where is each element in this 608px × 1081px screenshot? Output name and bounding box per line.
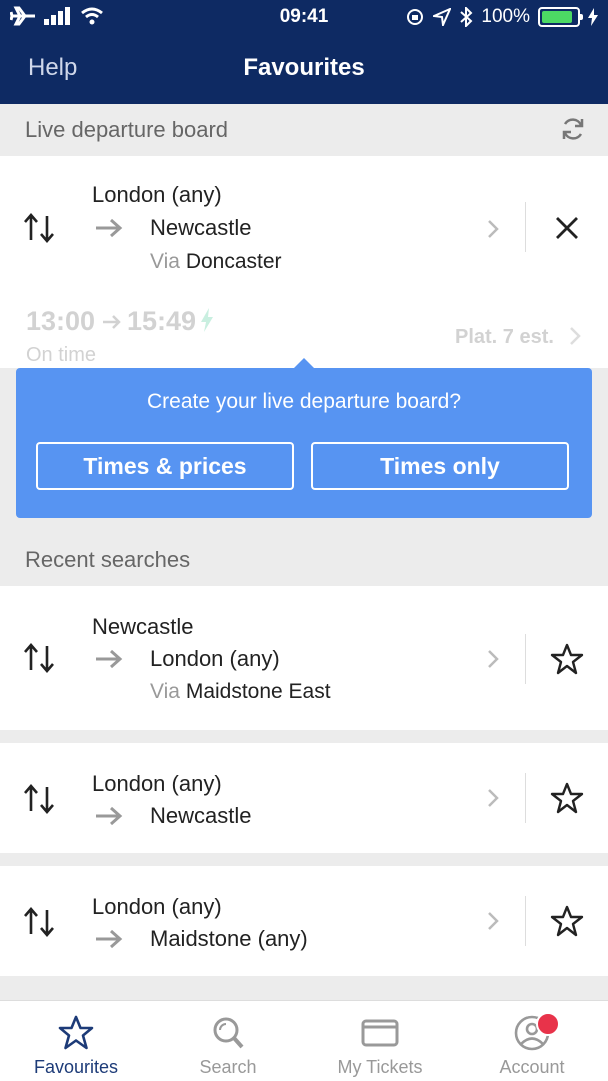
arrive-time: 15:49 [127,306,197,336]
swap-icon [24,213,54,243]
fast-train-icon [201,308,213,332]
status-right: 100% [405,6,598,28]
chevron-right-icon [488,220,499,238]
swap-icon [24,784,54,814]
ticket-icon [361,1019,399,1047]
arrow-right-icon [96,218,123,238]
card-divider [525,202,526,252]
tab-account[interactable]: Account [456,1001,608,1081]
bluetooth-icon [460,7,473,27]
star-icon[interactable] [550,642,584,676]
live-board-header-label: Live departure board [25,117,229,142]
recent-searches-header: Recent searches [0,534,608,586]
arrow-right-icon [96,649,123,669]
recent-item[interactable]: Newcastle London (any) Via Maidstone Eas… [0,586,608,730]
swap-icon [24,907,54,937]
route-via: Via Doncaster [150,250,282,274]
card-divider [525,634,526,684]
time-arrow-icon [103,315,121,329]
tab-my-tickets[interactable]: My Tickets [304,1001,456,1081]
location-icon [433,8,452,26]
chevron-right-icon [488,650,499,668]
tab-label: My Tickets [337,1057,423,1077]
star-icon [58,1015,94,1050]
service-status: On time [26,344,97,366]
close-icon[interactable] [550,211,584,245]
arrow-right-icon [96,929,123,949]
chevron-right-icon [488,789,499,807]
status-bar: 09:41 100% [0,0,608,34]
tab-label: Account [499,1057,565,1077]
battery-icon [538,7,583,27]
tab-favourites[interactable]: Favourites [0,1001,152,1081]
rotation-lock-icon [407,9,424,25]
tab-search[interactable]: Search [152,1001,304,1081]
route-from: London (any) [92,771,222,796]
platform-chevron-icon [570,327,581,345]
refresh-icon[interactable] [560,116,586,142]
route-from: London (any) [92,182,222,207]
route-from: Newcastle [92,614,194,639]
route-to: Maidstone (any) [150,926,308,951]
page-title: Favourites [243,54,365,81]
depart-time: 13:00 [26,306,96,336]
via-station: Doncaster [185,250,282,273]
tab-label: Favourites [33,1057,119,1077]
battery-percent: 100% [481,6,530,27]
recent-item[interactable]: London (any) Newcastle [0,743,608,853]
card-divider [525,773,526,823]
route-to: Newcastle [150,215,252,240]
live-board-header: Live departure board [0,104,608,156]
star-icon[interactable] [550,904,584,938]
recent-searches-label: Recent searches [25,547,191,572]
create-board-popup: Create your live departure board? Times … [16,358,592,518]
tab-label: Search [199,1057,257,1077]
via-label: Via [150,250,180,273]
nav-bar: Help Favourites [0,34,608,104]
via-station: Maidstone East [185,680,331,703]
route-from: London (any) [92,894,222,919]
charging-icon [588,8,598,26]
arrow-right-icon [96,806,123,826]
card-divider [525,896,526,946]
times-only-button[interactable]: Times only [311,442,569,490]
live-board-card[interactable]: London (any) Newcastle Via Doncaster 13:… [0,156,608,368]
via-label: Via [150,680,180,703]
times-prices-button[interactable]: Times & prices [36,442,294,490]
notification-badge [536,1012,560,1036]
search-icon [213,1017,244,1049]
chevron-right-icon [488,912,499,930]
platform-estimate: Plat. 7 est. [455,326,554,348]
recent-item[interactable]: London (any) Maidstone (any) [0,866,608,976]
star-icon[interactable] [550,781,584,815]
tab-bar: Favourites Search My Tickets Account [0,1000,608,1081]
route-via: Via Maidstone East [150,680,331,704]
swap-icon [24,643,54,673]
route-to: Newcastle [150,803,252,828]
popup-prompt: Create your live departure board? [146,390,461,413]
route-to: London (any) [150,646,280,671]
